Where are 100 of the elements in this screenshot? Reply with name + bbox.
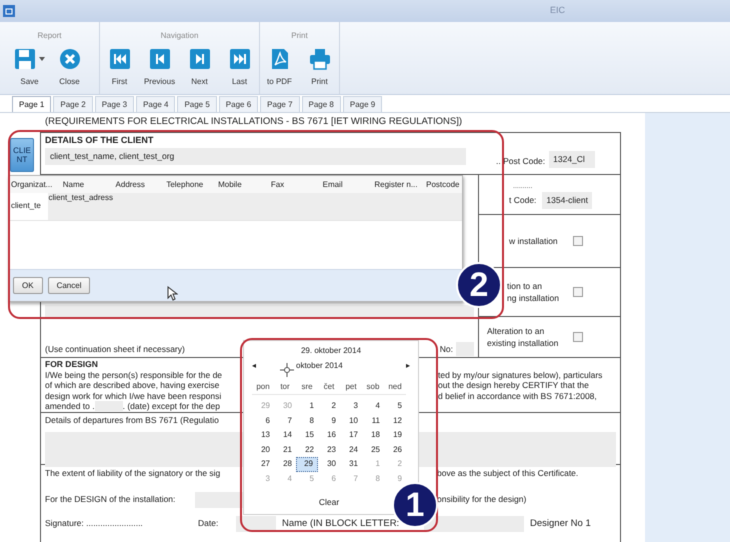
crosshair-icon (280, 363, 294, 377)
design-statement-text: ted by my/our signatures below), particulars out the design hereby CERTIFY that the d belief in accordance with BS 7671:2008, (438, 370, 602, 402)
client-field[interactable]: client_test_name, client_test_org (45, 148, 466, 165)
calendar-day[interactable]: 14 (274, 428, 296, 442)
page-tab[interactable]: Page 1 (12, 96, 52, 112)
weekday-label: pon (255, 380, 271, 392)
date-label: Date: (198, 517, 220, 530)
ribbon-button[interactable]: Close (50, 48, 88, 88)
calendar-day[interactable]: 30 (318, 457, 340, 472)
ribbon-button[interactable]: Save (10, 48, 48, 88)
ribbon-button[interactable]: Previous (140, 48, 178, 88)
date-field[interactable] (236, 516, 276, 532)
post-code-label: .. Post Code: (496, 155, 546, 168)
column-header[interactable]: Address (116, 178, 166, 190)
weekday-label: pet (344, 380, 358, 392)
calendar-day[interactable]: 17 (340, 428, 362, 442)
text-field[interactable] (195, 492, 245, 508)
calendar-day[interactable]: 29 (296, 457, 318, 472)
calendar-day[interactable]: 18 (362, 428, 384, 442)
dialog-button[interactable]: OK (13, 277, 43, 294)
calendar-day[interactable]: 31 (340, 457, 362, 472)
window-title: EIC (550, 4, 566, 18)
name-label: Name (IN BLOCK LETTER: (282, 516, 400, 531)
page-tab[interactable]: Page 8 (302, 96, 341, 112)
table-cell-text: client_te (10, 200, 42, 212)
page-tab[interactable]: Page 2 (53, 96, 93, 112)
month-label: oktober 2014 (296, 360, 344, 372)
column-header[interactable]: Email (322, 178, 374, 190)
ribbon-button[interactable]: Print (300, 48, 338, 88)
calendar-day[interactable]: 7 (274, 414, 296, 428)
calendar-day[interactable]: 24 (340, 442, 362, 457)
calendar-day[interactable]: 5 (384, 399, 406, 414)
column-header[interactable]: Organizat... (11, 178, 63, 190)
liability-text: The extent of liability of the signatory or the sig (45, 467, 220, 480)
ribbon-button[interactable]: Last (220, 48, 258, 88)
number-field[interactable] (456, 342, 474, 356)
calendar-day[interactable]: 12 (384, 414, 406, 428)
client-button[interactable]: CLIENT (10, 138, 34, 172)
text-field[interactable] (45, 305, 474, 318)
page-tab[interactable]: Page 5 (177, 96, 217, 112)
weekday-label: tor (279, 380, 291, 392)
column-header[interactable]: Postcode (426, 178, 462, 190)
column-header[interactable]: Telephone (166, 178, 218, 190)
step-back-icon (148, 48, 170, 70)
ribbon-button[interactable]: First (100, 48, 138, 88)
post-code-field[interactable]: 1354-client (542, 192, 592, 209)
app-icon (3, 5, 15, 17)
date-field[interactable] (94, 401, 123, 412)
page-tab[interactable]: Page 7 (260, 96, 300, 112)
page-tab[interactable]: Page 9 (342, 96, 382, 112)
previous-month-button[interactable]: ◂ (252, 360, 256, 372)
ribbon-button[interactable]: to PDF (260, 48, 298, 88)
form-heading: (REQUIREMENTS FOR ELECTRICAL INSTALLATIONS - BS 7671 [IET WIRING REGULATIONS]) (45, 116, 464, 128)
design-installation-label: For the DESIGN of the installation: (45, 493, 176, 506)
calendar-day[interactable]: 26 (384, 442, 406, 457)
address-editor[interactable]: client_test_adress (48, 193, 462, 220)
post-code-field[interactable]: 1324_Cl (549, 151, 596, 168)
group-label: Navigation (160, 30, 198, 42)
designer-label: Designer No 1 (530, 516, 591, 531)
calendar-day[interactable]: 21 (274, 442, 296, 457)
group-label: Report (37, 30, 62, 42)
calendar-day[interactable]: 8 (296, 414, 318, 428)
calendar-day[interactable]: 15 (296, 428, 318, 442)
calendar-day[interactable]: 28 (274, 457, 296, 472)
checkbox[interactable] (573, 286, 583, 297)
page-tab[interactable]: Page 3 (94, 96, 134, 112)
dialog-button[interactable]: Cancel (48, 277, 90, 294)
ribbon-button[interactable]: Next (180, 48, 218, 88)
calendar-day[interactable]: 20 (252, 442, 274, 457)
calendar-day[interactable]: 19 (384, 428, 406, 442)
weekday-label: ned (387, 380, 403, 392)
checkbox[interactable] (573, 332, 583, 342)
calendar-day[interactable]: 13 (252, 428, 274, 442)
name-field[interactable] (424, 516, 524, 532)
page-tab[interactable]: Page 6 (218, 96, 258, 112)
calendar-day[interactable]: 11 (362, 414, 384, 428)
calendar-day[interactable]: 23 (318, 442, 340, 457)
calendar-day[interactable]: 6 (252, 414, 274, 428)
column-header[interactable]: Fax (270, 178, 323, 190)
calendar-day[interactable]: 3 (340, 399, 362, 414)
design-statement-text: . (date) except for the dep (122, 401, 220, 412)
next-month-button[interactable]: ▸ (406, 360, 410, 372)
calendar-day[interactable]: 27 (252, 457, 274, 472)
calendar-day[interactable]: 9 (318, 414, 340, 428)
calendar-day[interactable]: 16 (318, 428, 340, 442)
calendar-day[interactable]: 2 (318, 399, 340, 414)
calendar-day[interactable]: 4 (362, 399, 384, 414)
calendar-day[interactable]: 22 (296, 442, 318, 457)
calendar-day[interactable]: 1 (296, 399, 318, 414)
column-header[interactable]: Mobile (218, 178, 271, 190)
checkbox[interactable] (573, 236, 583, 246)
column-header[interactable]: Register n... (374, 178, 426, 190)
design-statement-text: amended to . (45, 401, 95, 412)
page-tab[interactable]: Page 4 (136, 96, 176, 112)
column-header[interactable]: Name (62, 178, 116, 190)
post-code-label: t Code: (509, 194, 536, 207)
clear-button[interactable]: Clear (318, 496, 340, 509)
skip-to-start-icon (108, 48, 130, 70)
calendar-day[interactable]: 25 (362, 442, 384, 457)
calendar-day[interactable]: 10 (340, 414, 362, 428)
